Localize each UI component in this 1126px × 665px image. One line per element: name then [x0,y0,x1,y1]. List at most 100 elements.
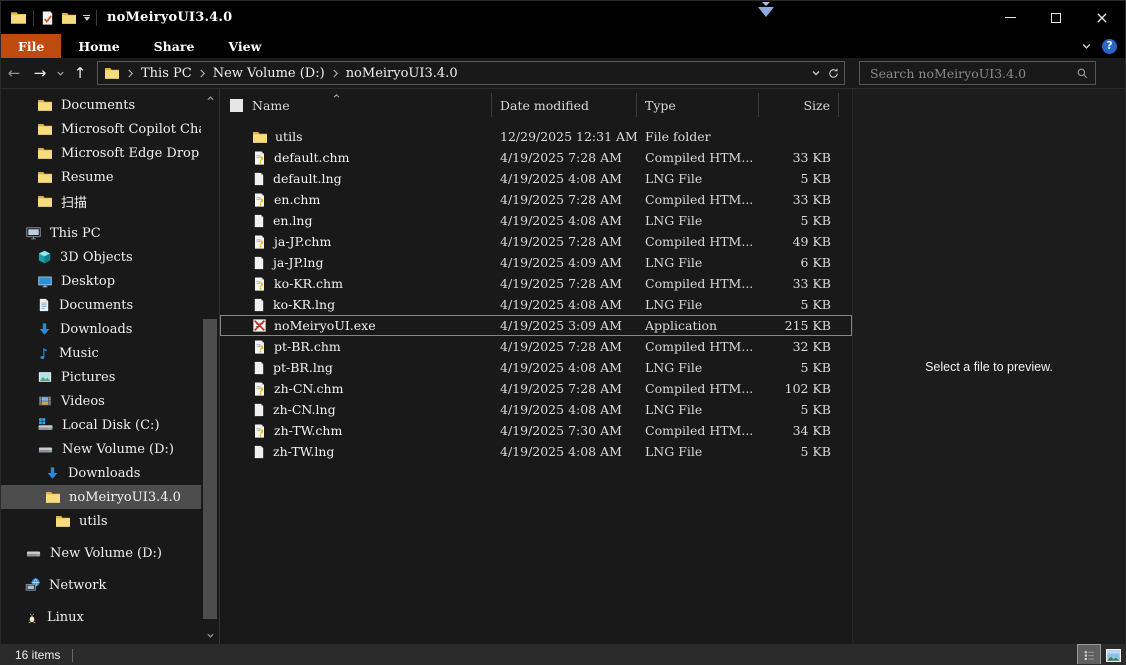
sidebar-item-new-volume-d-[interactable]: New Volume (D:) [1,437,201,461]
file-name-cell: ko-KR.lng [220,297,492,313]
qat-dropdown-icon[interactable] [83,15,90,21]
sidebar-item-label: Documents [59,298,133,313]
sidebar-item-local-disk-c-[interactable]: Local Disk (C:) [1,413,201,437]
column-label: Size [803,98,830,113]
search-box [859,61,1096,85]
scrollbar-thumb[interactable] [203,319,217,619]
sidebar-item-label: Downloads [60,322,132,337]
sidebar-item-label: Downloads [68,466,140,481]
tab-home[interactable]: Home [61,34,136,58]
file-row[interactable]: ?pt-BR.chm4/19/2025 7:28 AMCompiled HTM.… [220,336,852,357]
sidebar-item-music[interactable]: Music [1,341,201,365]
help-button[interactable]: ? [1102,39,1117,54]
search-input[interactable] [868,65,1076,82]
file-chm-icon: ? [252,381,267,397]
search-icon[interactable] [1076,67,1089,80]
sidebar-item-扫描[interactable]: 扫描 [1,189,201,213]
scroll-down-button[interactable] [201,628,219,642]
sidebar-item-nomeiryoui3-4-0[interactable]: noMeiryoUI3.4.0 [1,485,201,509]
breadcrumb-item[interactable]: New Volume (D:) [213,66,325,81]
svg-text:?: ? [258,197,264,208]
sidebar-item-downloads[interactable]: Downloads [1,461,201,485]
sidebar-item-resume[interactable]: Resume [1,165,201,189]
up-button[interactable]: ↑ [67,64,93,82]
breadcrumb-item[interactable]: This PC [141,66,192,81]
minimize-button[interactable] [987,1,1033,34]
column-header-date-modified[interactable]: Date modified [492,93,637,117]
address-bar[interactable]: This PC New Volume (D:) noMeiryoUI3.4.0 [97,61,845,85]
sidebar-item-new-volume-d-[interactable]: New Volume (D:) [1,541,201,565]
column-header-size[interactable]: Size [759,93,839,117]
file-row[interactable]: zh-TW.lng4/19/2025 4:08 AMLNG File5 KB [220,441,852,462]
sidebar-item-documents[interactable]: Documents [1,93,201,117]
file-chm-icon: ? [252,423,267,439]
select-all-checkbox[interactable] [230,99,243,112]
details-view-button[interactable] [1077,644,1101,665]
file-row[interactable]: ?zh-CN.chm4/19/2025 7:28 AMCompiled HTM.… [220,378,852,399]
maximize-button[interactable] [1033,1,1079,34]
sidebar-item-3d-objects[interactable]: 3D Objects [1,245,201,269]
sidebar-item-microsoft-copilot-chat-f[interactable]: Microsoft Copilot Chat F [1,117,201,141]
refresh-button[interactable] [827,67,840,80]
address-dropdown-button[interactable] [811,68,821,78]
sidebar-item-desktop[interactable]: Desktop [1,269,201,293]
file-name: utils [275,129,302,144]
file-row[interactable]: ?default.chm4/19/2025 7:28 AMCompiled HT… [220,147,852,168]
back-button[interactable]: ← [1,64,27,82]
file-row[interactable]: default.lng4/19/2025 4:08 AMLNG File5 KB [220,168,852,189]
sidebar-item-documents[interactable]: Documents [1,293,201,317]
file-row[interactable]: ?zh-TW.chm4/19/2025 7:30 AMCompiled HTM.… [220,420,852,441]
file-name-cell: ?en.chm [220,192,492,208]
file-name-cell: utils [220,129,492,145]
file-row[interactable]: utils12/29/2025 12:31 AMFile folder [220,126,852,147]
file-row[interactable]: ja-JP.lng4/19/2025 4:09 AMLNG File6 KB [220,252,852,273]
breadcrumb-item[interactable]: noMeiryoUI3.4.0 [346,66,458,81]
breadcrumb-chevron-icon [127,68,134,79]
properties-check-icon[interactable] [40,10,55,26]
tab-share[interactable]: Share [137,34,212,58]
date-modified-cell: 4/19/2025 7:28 AM [492,276,637,291]
download-icon [37,322,52,337]
sidebar-item-label: Linux [47,610,84,625]
file-row[interactable]: noMeiryoUI.exe4/19/2025 3:09 AMApplicati… [220,315,852,336]
file-row[interactable]: pt-BR.lng4/19/2025 4:08 AMLNG File5 KB [220,357,852,378]
file-row[interactable]: ?en.chm4/19/2025 7:28 AMCompiled HTM...3… [220,189,852,210]
scroll-up-button[interactable] [201,91,219,105]
file-row[interactable]: en.lng4/19/2025 4:08 AMLNG File5 KB [220,210,852,231]
sidebar-item-this-pc[interactable]: This PC [1,221,201,245]
tab-file[interactable]: File [1,34,61,58]
sidebar-item-linux[interactable]: Linux [1,605,201,629]
close-button[interactable]: × [1079,1,1125,34]
sidebar-item-pictures[interactable]: Pictures [1,365,201,389]
file-row[interactable]: ?ja-JP.chm4/19/2025 7:28 AMCompiled HTM.… [220,231,852,252]
date-modified-cell: 4/19/2025 7:30 AM [492,423,637,438]
type-cell: Compiled HTM... [637,423,759,438]
file-row[interactable]: ko-KR.lng4/19/2025 4:08 AMLNG File5 KB [220,294,852,315]
tab-view[interactable]: View [211,34,278,58]
file-lng-icon [252,171,266,187]
close-icon: × [1095,10,1108,26]
forward-button[interactable]: → [27,64,53,82]
sidebar-item-videos[interactable]: Videos [1,389,201,413]
type-cell: LNG File [637,444,759,459]
sidebar-item-label: Videos [61,394,105,409]
sidebar-item-label: Microsoft Edge Drop File [61,146,201,161]
sidebar-item-microsoft-edge-drop-file[interactable]: Microsoft Edge Drop File [1,141,201,165]
sidebar-item-downloads[interactable]: Downloads [1,317,201,341]
type-cell: LNG File [637,360,759,375]
collapse-ribbon-button[interactable] [1081,41,1092,52]
column-header-name[interactable]: Name [220,93,492,117]
size-cell: 49 KB [759,234,839,249]
new-folder-icon[interactable] [61,10,77,26]
sidebar-item-network[interactable]: Network [1,573,201,597]
column-header-type[interactable]: Type [637,93,759,117]
size-cell: 5 KB [759,444,839,459]
file-row[interactable]: zh-CN.lng4/19/2025 4:08 AMLNG File5 KB [220,399,852,420]
file-row[interactable]: ?ko-KR.chm4/19/2025 7:28 AMCompiled HTM.… [220,273,852,294]
column-label: Date modified [500,98,589,113]
thumbnails-view-button[interactable] [1101,644,1125,665]
recent-locations-dropdown[interactable] [53,69,67,78]
sidebar-item-utils[interactable]: utils [1,509,201,533]
sidebar-scrollbar[interactable] [201,89,219,644]
folder-window-icon[interactable] [10,9,27,26]
